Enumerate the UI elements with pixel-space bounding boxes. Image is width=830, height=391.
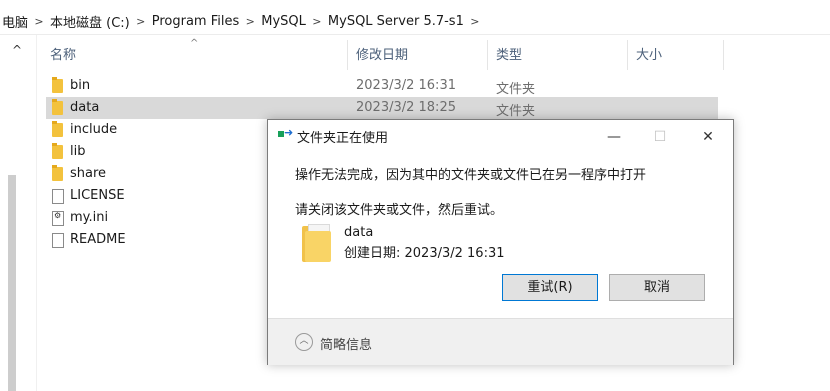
folder-in-use-dialog: ➜ 文件夹正在使用 — ☐ ✕ 操作无法完成，因为其中的文件夹或文件已在另一程序…	[267, 119, 734, 365]
column-divider[interactable]	[627, 40, 628, 70]
file-date: 2023/3/2 16:31	[356, 78, 456, 93]
folder-icon	[302, 222, 332, 262]
file-name: my.ini	[70, 210, 109, 225]
item-created-date: 创建日期: 2023/3/2 16:31	[344, 246, 505, 261]
folder-move-icon: ➜	[278, 126, 293, 139]
file-icon	[52, 233, 64, 248]
breadcrumb-item[interactable]: MySQL Server 5.7-s1	[324, 14, 468, 29]
ini-file-icon	[52, 211, 64, 226]
breadcrumb-item[interactable]: MySQL	[257, 14, 310, 29]
file-name: lib	[70, 144, 86, 159]
chevron-up-icon[interactable]: ︿	[295, 333, 313, 351]
file-date: 2023/3/2 18:25	[356, 100, 456, 115]
breadcrumb: 电脑 > 本地磁盘 (C:) > Program Files > MySQL >…	[0, 12, 482, 31]
dialog-message: 操作无法完成，因为其中的文件夹或文件已在另一程序中打开	[295, 168, 647, 183]
column-divider[interactable]	[347, 40, 348, 70]
breadcrumb-item[interactable]: 电脑	[0, 12, 32, 31]
fewer-details-link[interactable]: 简略信息	[320, 334, 372, 353]
scrollbar-thumb[interactable]	[8, 175, 16, 391]
sort-ascending-icon: ^	[190, 38, 199, 49]
chevron-right-icon[interactable]: >	[468, 15, 482, 28]
chevron-right-icon[interactable]: >	[32, 15, 46, 28]
folder-icon	[52, 143, 63, 159]
column-divider[interactable]	[487, 40, 488, 70]
column-header-name[interactable]: 名称	[50, 44, 76, 68]
scroll-up-icon[interactable]: ^	[12, 43, 22, 57]
cancel-button[interactable]: 取消	[609, 274, 705, 301]
folder-icon	[52, 77, 63, 93]
file-row[interactable]: bin 2023/3/2 16:31 文件夹	[46, 75, 718, 97]
column-divider[interactable]	[723, 40, 724, 70]
folder-icon	[52, 165, 63, 181]
dialog-footer: ︿ 简略信息	[268, 318, 733, 365]
folder-icon	[52, 99, 63, 115]
item-name: data	[344, 225, 374, 240]
chevron-right-icon[interactable]: >	[243, 15, 257, 28]
chevron-right-icon[interactable]: >	[134, 15, 148, 28]
address-bar[interactable]: 电脑 > 本地磁盘 (C:) > Program Files > MySQL >…	[0, 8, 830, 35]
file-row[interactable]: data 2023/3/2 18:25 文件夹	[46, 97, 718, 119]
file-name: README	[70, 232, 126, 247]
retry-button[interactable]: 重试(R)	[502, 274, 598, 301]
file-name: data	[70, 100, 100, 115]
maximize-button: ☐	[653, 129, 667, 145]
file-name: LICENSE	[70, 188, 125, 203]
file-name: include	[70, 122, 118, 137]
close-button[interactable]: ✕	[685, 124, 731, 150]
column-header-type[interactable]: 类型	[496, 44, 522, 68]
file-type: 文件夹	[496, 104, 536, 119]
dialog-title-bar[interactable]: ➜ 文件夹正在使用 — ☐ ✕	[268, 120, 733, 150]
file-icon	[52, 189, 64, 204]
column-header-size[interactable]: 大小	[636, 44, 662, 68]
file-type: 文件夹	[496, 82, 536, 97]
dialog-instruction: 请关闭该文件夹或文件，然后重试。	[295, 203, 504, 218]
chevron-right-icon[interactable]: >	[310, 15, 324, 28]
folder-icon	[52, 121, 63, 137]
file-name: bin	[70, 78, 91, 93]
dialog-title: 文件夹正在使用	[297, 131, 389, 146]
column-header-date[interactable]: 修改日期	[356, 44, 408, 68]
minimize-button[interactable]: —	[591, 124, 637, 150]
breadcrumb-item[interactable]: Program Files	[148, 14, 244, 29]
file-name: share	[70, 166, 107, 181]
navigation-pane: ^	[0, 35, 37, 391]
breadcrumb-item[interactable]: 本地磁盘 (C:)	[46, 12, 134, 31]
